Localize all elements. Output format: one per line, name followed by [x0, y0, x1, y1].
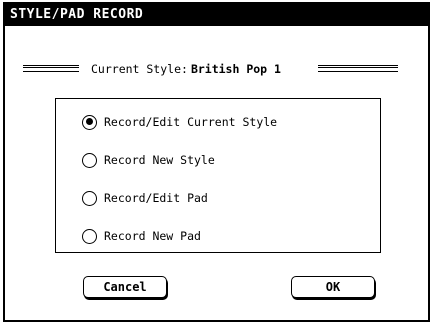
- option-label: Record/Edit Pad: [104, 191, 208, 205]
- current-style-info: Current Style: British Pop 1: [91, 61, 281, 77]
- cancel-button[interactable]: Cancel: [83, 276, 167, 298]
- ok-button[interactable]: OK: [291, 276, 375, 298]
- radio-unselected-icon[interactable]: [82, 228, 97, 244]
- radio-unselected-icon[interactable]: [82, 152, 97, 168]
- radio-selected-icon[interactable]: [82, 114, 97, 130]
- option-record-edit-pad[interactable]: Record/Edit Pad: [82, 188, 208, 208]
- radio-unselected-icon[interactable]: [82, 190, 97, 206]
- dialog-title: STYLE/PAD RECORD: [5, 4, 428, 26]
- decorative-rule-right: [318, 65, 398, 72]
- option-label: Record New Pad: [104, 229, 201, 243]
- current-style-value: British Pop 1: [190, 62, 281, 76]
- option-label: Record New Style: [104, 153, 215, 167]
- option-record-new-style[interactable]: Record New Style: [82, 150, 215, 170]
- option-record-new-pad[interactable]: Record New Pad: [82, 226, 201, 246]
- option-label: Record/Edit Current Style: [104, 115, 278, 129]
- current-style-row: Current Style: British Pop 1: [23, 61, 412, 77]
- record-options-group: Record/Edit Current Style Record New Sty…: [55, 98, 381, 253]
- style-pad-record-dialog: STYLE/PAD RECORD Current Style: British P…: [3, 2, 430, 322]
- option-record-edit-current-style[interactable]: Record/Edit Current Style: [82, 112, 277, 132]
- current-style-label: Current Style:: [91, 62, 188, 76]
- decorative-rule-left: [23, 65, 79, 72]
